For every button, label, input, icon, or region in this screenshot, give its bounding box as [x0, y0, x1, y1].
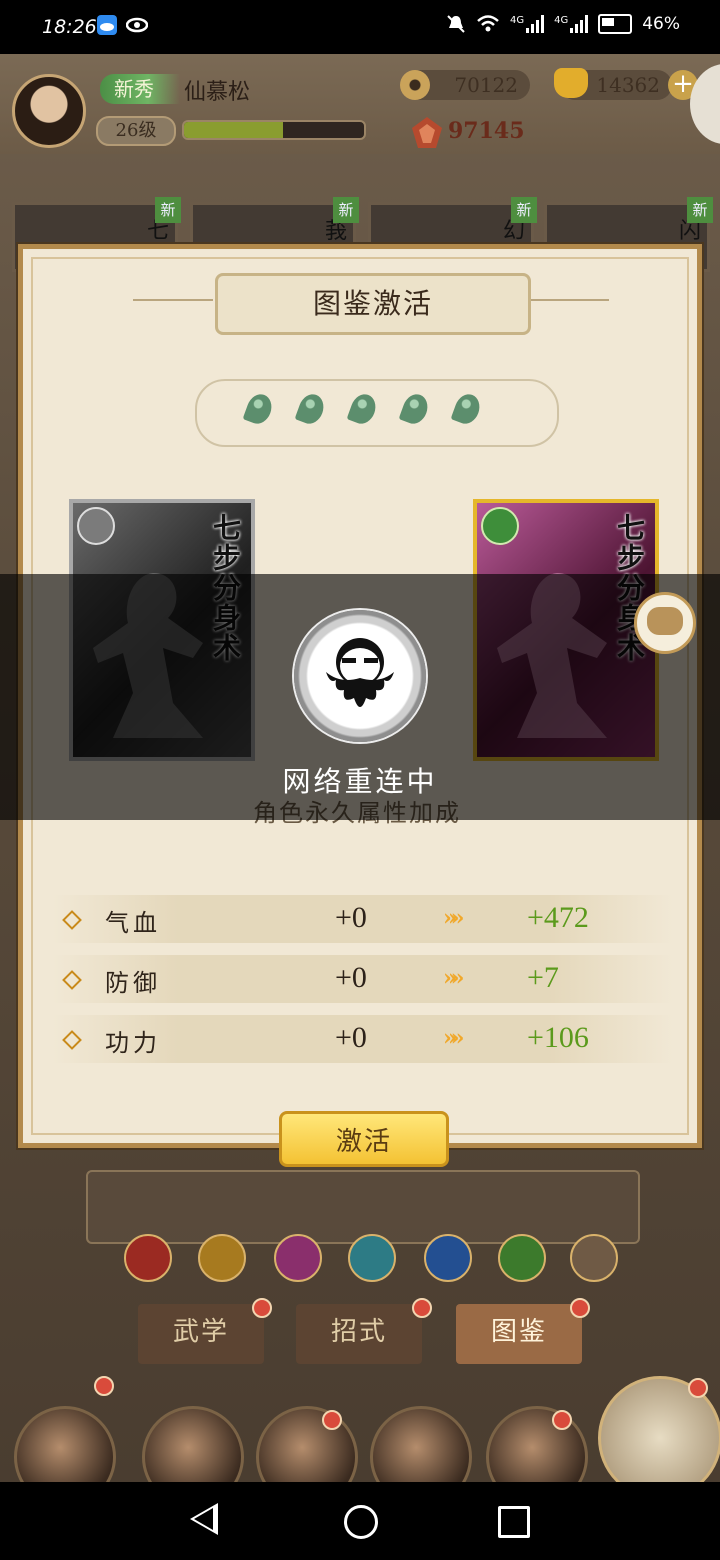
diamond-bullet-icon	[62, 1030, 82, 1050]
back-icon[interactable]	[190, 1503, 218, 1535]
notification-dot	[94, 1376, 114, 1396]
earth-element-icon[interactable]	[570, 1234, 618, 1282]
mute-icon	[447, 15, 465, 33]
diamond-bullet-icon	[62, 970, 82, 990]
attribute-current: +0	[335, 901, 367, 934]
recents-icon[interactable]	[498, 1506, 530, 1538]
home-icon[interactable]	[344, 1505, 378, 1539]
wood-element-icon[interactable]	[498, 1234, 546, 1282]
attribute-name: 防御	[105, 969, 161, 997]
eye-icon	[126, 17, 148, 33]
bearded-face-icon	[326, 638, 394, 707]
new-badge: 新	[511, 197, 537, 223]
battery-percent: 46%	[642, 14, 680, 34]
coin-icon	[400, 70, 430, 100]
tab-moves[interactable]: 招式	[296, 1304, 422, 1364]
coin-value: 70122	[454, 73, 518, 97]
wifi-icon	[477, 15, 499, 32]
notification-dot	[552, 1410, 572, 1430]
signal-2-icon: 4G	[554, 15, 589, 33]
attribute-current: +0	[335, 961, 367, 994]
attribute-next: +7	[527, 961, 559, 994]
status-bar: 18:26 4G 4G 46%	[0, 0, 720, 54]
double-arrow-icon: »»	[443, 1025, 464, 1051]
activate-button[interactable]: 激活	[279, 1111, 449, 1167]
attribute-name: 气血	[105, 909, 161, 937]
new-badge: 新	[155, 197, 181, 223]
tab-codex[interactable]: 图鉴	[456, 1304, 582, 1364]
new-badge: 新	[687, 197, 713, 223]
fire-element-icon[interactable]	[124, 1234, 172, 1282]
player-avatar[interactable]	[12, 74, 86, 148]
diamond-bullet-icon	[62, 910, 82, 930]
new-badge: 新	[333, 197, 359, 223]
card-element-icon	[481, 507, 519, 545]
metal-element-icon[interactable]	[198, 1234, 246, 1282]
status-right-group: 4G 4G 46%	[446, 14, 680, 34]
title-ornament-left	[133, 299, 213, 301]
attribute-row: 功力 +0 »» +106	[53, 1015, 673, 1063]
network-type-label: 4G	[509, 15, 525, 26]
attribute-row: 气血 +0 »» +472	[53, 895, 673, 943]
attribute-next: +106	[527, 1021, 589, 1054]
tab-martial-arts[interactable]: 武学	[138, 1304, 264, 1364]
double-arrow-icon: »»	[443, 965, 464, 991]
player-rank-tag: 新秀	[100, 74, 180, 104]
status-time: 18:26	[42, 16, 97, 38]
poison-element-icon[interactable]	[274, 1234, 322, 1282]
battery-icon	[598, 14, 633, 34]
nav-city-button[interactable]	[142, 1406, 244, 1482]
player-name: 仙慕松	[184, 80, 251, 105]
notification-dot	[322, 1410, 342, 1430]
signal-1-icon: 4G	[509, 15, 545, 33]
player-level: 26级	[96, 116, 176, 146]
xp-bar	[182, 120, 366, 140]
attribute-row: 防御 +0 »» +7	[53, 955, 673, 1003]
attribute-next: +472	[527, 901, 589, 934]
gold-ingot-icon	[554, 68, 588, 98]
network-type-label-2: 4G	[554, 15, 569, 26]
attribute-current: +0	[335, 1021, 367, 1054]
combat-power: 97145	[448, 118, 525, 144]
card-element-icon	[77, 507, 115, 545]
reconnect-message: 网络重连中	[282, 765, 438, 798]
notification-dot	[412, 1298, 432, 1318]
nav-character-button[interactable]	[370, 1406, 472, 1482]
attribute-name: 功力	[105, 1029, 161, 1057]
notification-dot	[570, 1298, 590, 1318]
title-ornament-right	[529, 299, 609, 301]
double-arrow-icon: »»	[443, 905, 464, 931]
dialog-title: 图鉴激活	[215, 273, 531, 335]
power-icon	[412, 117, 442, 148]
notification-dot	[688, 1378, 708, 1398]
nav-guild-button[interactable]	[486, 1406, 588, 1482]
player-header: 新秀 仙慕松 26级 70122 14362 + 97145	[0, 54, 720, 154]
chat-icon	[647, 607, 683, 635]
xp-bar-fill	[184, 122, 283, 138]
gold-value: 14362	[596, 73, 660, 97]
nav-world-button[interactable]	[256, 1406, 358, 1482]
nav-trial-button[interactable]	[14, 1406, 116, 1482]
wind-element-icon[interactable]	[348, 1234, 396, 1282]
element-filter-strip	[86, 1170, 640, 1244]
notification-dot	[252, 1298, 272, 1318]
chat-button[interactable]	[634, 592, 696, 654]
weather-app-icon	[97, 15, 117, 35]
taiji-element-icon[interactable]	[424, 1234, 472, 1282]
